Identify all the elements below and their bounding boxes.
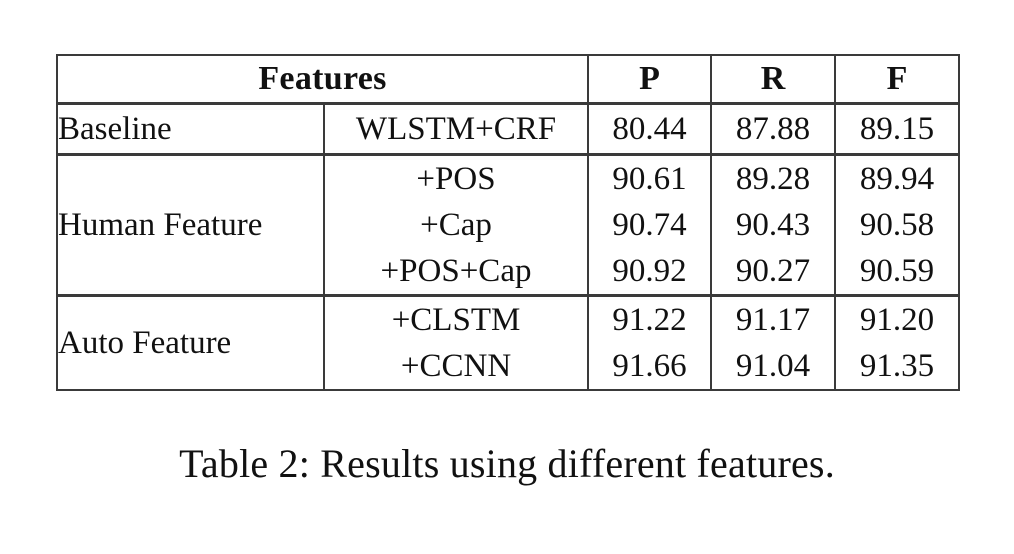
value-fscore: 89.15 [834,102,961,156]
value-recall: 91.17 [710,294,837,343]
value-recall: 89.28 [710,153,837,202]
table-caption: Table 2: Results using different feature… [179,441,835,486]
value-precision: 90.92 [587,248,713,297]
feature-name: +CCNN [322,343,590,391]
column-header-features: Features [55,54,590,105]
value-fscore: 91.35 [834,343,961,391]
value-fscore: 90.58 [834,202,961,248]
table-row: Baseline WLSTM+CRF 80.44 87.88 89.15 [56,102,961,156]
feature-name: WLSTM+CRF [322,102,590,156]
feature-name: +Cap [322,202,590,248]
value-precision: 90.74 [587,202,713,248]
table-header-row: Features P R F [55,54,961,105]
value-fscore: 89.94 [834,153,961,202]
value-precision: 90.61 [587,153,713,202]
feature-name: +CLSTM [322,294,590,343]
column-header-fscore: F [834,54,961,105]
table-row: Auto Feature +CLSTM 91.22 91.17 91.20 [56,294,961,391]
value-precision: 80.44 [587,102,713,156]
results-table-figure: Features P R F Baseline WLSTM+CRF 80.44 … [55,54,961,391]
feature-name: +POS [322,153,590,202]
value-fscore: 91.20 [834,294,961,343]
group-label-auto-feature: Auto Feature [56,294,325,391]
value-recall: 87.88 [710,102,837,156]
value-recall: 91.04 [710,343,837,391]
group-label-baseline: Baseline [56,102,325,156]
value-recall: 90.43 [710,202,837,248]
column-header-recall: R [710,54,837,105]
group-label-human-feature: Human Feature [56,153,325,297]
table-row: Human Feature +POS 90.61 89.28 89.94 [56,153,961,297]
value-fscore: 90.59 [834,248,961,297]
column-header-precision: P [587,54,713,105]
feature-name: +POS+Cap [322,248,590,297]
value-recall: 90.27 [710,248,837,297]
results-table: Features P R F Baseline WLSTM+CRF 80.44 … [55,54,961,391]
value-precision: 91.22 [587,294,713,343]
value-precision: 91.66 [587,343,713,391]
